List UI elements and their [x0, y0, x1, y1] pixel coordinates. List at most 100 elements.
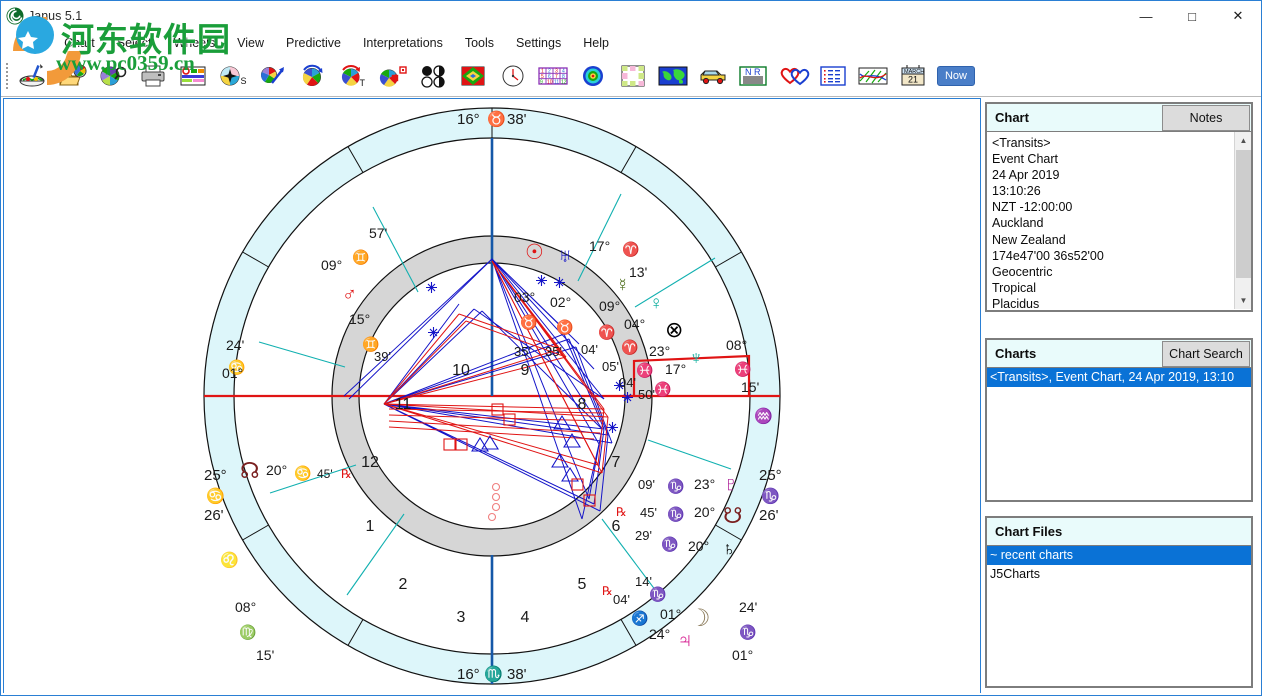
north-node-glyph: ☊	[240, 458, 260, 483]
saturn-sign-capricorn: ♑	[661, 536, 678, 553]
mars-minutes: 39'	[374, 349, 391, 364]
dual-wheel-icon[interactable]	[373, 57, 413, 95]
mc-minutes: 38'	[507, 111, 527, 128]
menu-bar: File Chart Select Wheels View Predictive…	[1, 31, 1261, 55]
car-icon[interactable]	[693, 57, 733, 95]
house-number-6: 6	[612, 518, 621, 535]
files-panel-title: Chart Files	[995, 524, 1063, 539]
menu-item-help[interactable]: Help	[572, 34, 620, 52]
menu-item-view[interactable]: View	[226, 34, 275, 52]
now-button[interactable]: Now	[937, 65, 975, 86]
menu-item-wheels[interactable]: Wheels	[162, 34, 226, 52]
toolbar-grip[interactable]	[6, 62, 9, 89]
chart-info-line-city: Auckland	[992, 216, 1044, 231]
house-number-7: 7	[612, 454, 621, 471]
notes-button[interactable]: Notes	[1162, 104, 1250, 131]
dsc-degree: 25°	[759, 467, 782, 484]
menu-item-file[interactable]: File	[11, 34, 53, 52]
chart-info-scrollbar[interactable]: ▲ ▼	[1234, 132, 1251, 309]
janus-main-window: Janus 5.1 — □ ✕ File Chart Select Wheels…	[0, 0, 1262, 696]
mars-glyph: ♂	[342, 284, 357, 306]
aspect-dots-icon[interactable]	[413, 57, 453, 95]
uranus-glyph: ♅	[558, 246, 572, 267]
charts-panel-title: Charts	[995, 346, 1037, 361]
solar-wheel-icon[interactable]: S	[213, 57, 253, 95]
menu-item-tools[interactable]: Tools	[454, 34, 505, 52]
mars-degree: 15°	[349, 311, 370, 327]
progression-icon[interactable]	[253, 57, 293, 95]
menu-item-select[interactable]: Select	[106, 34, 163, 52]
close-button[interactable]: ✕	[1215, 1, 1261, 31]
numbers-grid-icon[interactable]: 1 2 3 4 5 6 7 8 9 10 11 12	[533, 57, 573, 95]
jupiter-glyph: ♃	[677, 629, 693, 652]
venus-sign-aries: ♈	[621, 339, 638, 356]
chart-info-body: <Transits> Event Chart 24 Apr 2019 13:10…	[987, 132, 1251, 309]
menu-item-chart[interactable]: Chart	[53, 34, 106, 52]
chart-search-button[interactable]: Chart Search	[1162, 340, 1250, 367]
asc-degree: 25°	[204, 467, 227, 484]
pof-degree: 23°	[649, 343, 670, 359]
cusp-9-sign-aries: ♈	[622, 241, 639, 258]
chart-files-body[interactable]: ~ recent charts J5Charts	[987, 546, 1251, 685]
chart-files-panel: Chart Files ~ recent charts J5Charts	[985, 516, 1253, 688]
print-icon[interactable]	[133, 57, 173, 95]
menu-item-settings[interactable]: Settings	[505, 34, 572, 52]
chevron-up-icon[interactable]: ▲	[1235, 132, 1251, 149]
search-chart-icon[interactable]	[93, 57, 133, 95]
pof-sign-pisces: ♓	[636, 362, 653, 379]
jupiter-minutes: 04'	[613, 592, 630, 607]
janus-spiral-icon	[6, 7, 24, 25]
scrollbar-thumb[interactable]	[1236, 150, 1251, 278]
venus-glyph: ♀	[649, 293, 663, 314]
menu-item-interpretations[interactable]: Interpretations	[352, 34, 454, 52]
charts-list-panel: Charts Chart Search <Transits>, Event Ch…	[985, 338, 1253, 502]
ic-minutes: 38'	[507, 666, 527, 683]
calendar-march-icon[interactable]: MARCH 21	[893, 57, 933, 95]
return-wheel-icon[interactable]	[293, 57, 333, 95]
venus-minutes: 05'	[602, 359, 619, 374]
window-title: Janus 5.1	[28, 9, 83, 23]
moon-glyph: ☽	[689, 605, 711, 632]
pluto-degree: 23°	[694, 476, 715, 492]
graph-lines-icon[interactable]	[853, 57, 893, 95]
target-icon[interactable]	[573, 57, 613, 95]
chevron-down-icon[interactable]: ▼	[1235, 292, 1251, 309]
astrology-wheel[interactable]: 1 2 3 4 5 6 7 8 9 10 11 12 16° ♉ 38' 16°…	[4, 99, 980, 693]
clock-icon[interactable]	[493, 57, 533, 95]
mercury-sign-aries: ♈	[598, 324, 615, 341]
report-icon[interactable]	[173, 57, 213, 95]
transit-wheel-icon[interactable]: T	[333, 57, 373, 95]
ring-sign-aquarius: ♒	[754, 407, 773, 425]
window-controls: — □ ✕	[1123, 1, 1261, 31]
new-chart-icon[interactable]	[13, 57, 53, 95]
chart-info-line-system: Geocentric	[992, 264, 1053, 279]
hearts-icon[interactable]	[773, 57, 813, 95]
saturn-degree: 20°	[688, 538, 709, 554]
ic-sign-scorpio: ♏	[484, 665, 503, 683]
nr-report-icon[interactable]: N R	[733, 57, 773, 95]
cusp-12-minutes: 24'	[226, 337, 244, 353]
charts-list-body[interactable]: <Transits>, Event Chart, 24 Apr 2019, 13…	[987, 368, 1251, 499]
calendar-grid-icon[interactable]	[613, 57, 653, 95]
minimize-button[interactable]: —	[1123, 1, 1169, 31]
file-item-j5charts[interactable]: J5Charts	[987, 565, 1251, 584]
menu-item-predictive[interactable]: Predictive	[275, 34, 352, 52]
house-number-4: 4	[521, 609, 530, 626]
charts-list-item[interactable]: <Transits>, Event Chart, 24 Apr 2019, 13…	[987, 368, 1251, 387]
maximize-button[interactable]: □	[1169, 1, 1215, 31]
file-item-recent-charts[interactable]: ~ recent charts	[987, 546, 1251, 565]
pluto-minutes: 09'	[638, 477, 655, 492]
svg-text:S: S	[241, 76, 247, 86]
house-number-8: 8	[578, 396, 587, 413]
harmonics-icon[interactable]	[453, 57, 493, 95]
open-chart-icon[interactable]	[53, 57, 93, 95]
grid-table-icon[interactable]	[813, 57, 853, 95]
neptune-sign-pisces: ♓	[654, 381, 671, 398]
world-map-icon[interactable]	[653, 57, 693, 95]
asc-sign-cancer: ♋	[206, 487, 225, 505]
chart-wheel-canvas[interactable]: 1 2 3 4 5 6 7 8 9 10 11 12 16° ♉ 38' 16°…	[3, 98, 981, 694]
chart-info-line-zodiac: Tropical	[992, 280, 1036, 295]
files-panel-header: Chart Files	[987, 518, 1251, 546]
south-node-minutes: 45'	[640, 505, 657, 520]
cusp-11-sign-gemini: ♊	[352, 249, 369, 266]
